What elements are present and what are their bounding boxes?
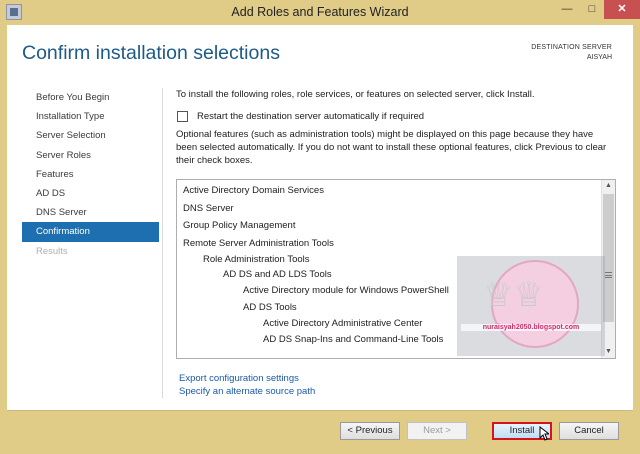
watermark-text: nuraisyah2050.blogspot.com [461, 324, 601, 331]
grip-icon [605, 272, 612, 278]
export-settings-link[interactable]: Export configuration settings [179, 373, 299, 384]
nav-item-confirmation[interactable]: Confirmation [22, 222, 159, 242]
optional-features-note: Optional features (such as administratio… [176, 129, 607, 166]
destination-server-label: DESTINATION SERVER [531, 44, 612, 51]
intro-text: To install the following roles, role ser… [176, 89, 535, 100]
window-title: Add Roles and Features Wizard [231, 5, 409, 19]
list-item: Remote Server Administration Tools [183, 238, 334, 249]
alternate-source-link[interactable]: Specify an alternate source path [179, 386, 315, 397]
restart-option[interactable]: Restart the destination server automatic… [177, 111, 424, 122]
restart-checkbox[interactable] [177, 111, 188, 122]
list-item: Active Directory Administrative Center [263, 318, 423, 329]
close-icon: ✕ [617, 3, 627, 15]
maximize-icon: □ [588, 3, 596, 15]
cancel-button[interactable]: Cancel [559, 422, 619, 440]
previous-button[interactable]: < Previous [340, 422, 400, 440]
list-item: AD DS Tools [243, 302, 297, 313]
page-title: Confirm installation selections [22, 42, 280, 64]
list-item: Active Directory Domain Services [183, 185, 324, 196]
nav-item-before-you-begin[interactable]: Before You Begin [22, 88, 159, 107]
minimize-icon: — [561, 3, 573, 15]
nav-item-ad-ds[interactable]: AD DS [22, 184, 159, 203]
list-item: AD DS and AD LDS Tools [223, 269, 332, 280]
list-item: Role Administration Tools [203, 254, 310, 265]
close-button[interactable]: ✕ [604, 0, 640, 19]
nav-item-results: Results [36, 245, 68, 257]
restart-label: Restart the destination server automatic… [197, 111, 425, 122]
scroll-up-icon[interactable]: ▲ [602, 180, 615, 192]
nav-item-dns-server[interactable]: DNS Server [22, 203, 159, 222]
nav-item-features[interactable]: Features [22, 165, 159, 184]
footer-divider [7, 410, 633, 411]
maximize-button[interactable]: □ [580, 0, 604, 19]
nav-item-server-selection[interactable]: Server Selection [22, 126, 159, 145]
crown-icon: ♕♕ [483, 276, 544, 314]
list-item: Group Policy Management [183, 220, 296, 231]
next-button: Next > [407, 422, 467, 440]
nav-item-server-roles[interactable]: Server Roles [22, 146, 159, 165]
destination-server-name: AISYAH [586, 54, 612, 61]
list-item: DNS Server [183, 203, 234, 214]
watermark: ♕♕ nuraisyah2050.blogspot.com [457, 256, 605, 356]
nav-item-installation-type[interactable]: Installation Type [22, 107, 159, 126]
wizard-nav: Before You Begin Installation Type Serve… [22, 88, 159, 261]
title-bar: Add Roles and Features Wizard — □ ✕ [0, 0, 640, 25]
mouse-cursor-icon [539, 426, 549, 441]
nav-divider [162, 88, 163, 398]
list-item: AD DS Snap-Ins and Command-Line Tools [263, 334, 444, 345]
minimize-button[interactable]: — [555, 0, 579, 19]
list-item: Active Directory module for Windows Powe… [243, 285, 449, 296]
